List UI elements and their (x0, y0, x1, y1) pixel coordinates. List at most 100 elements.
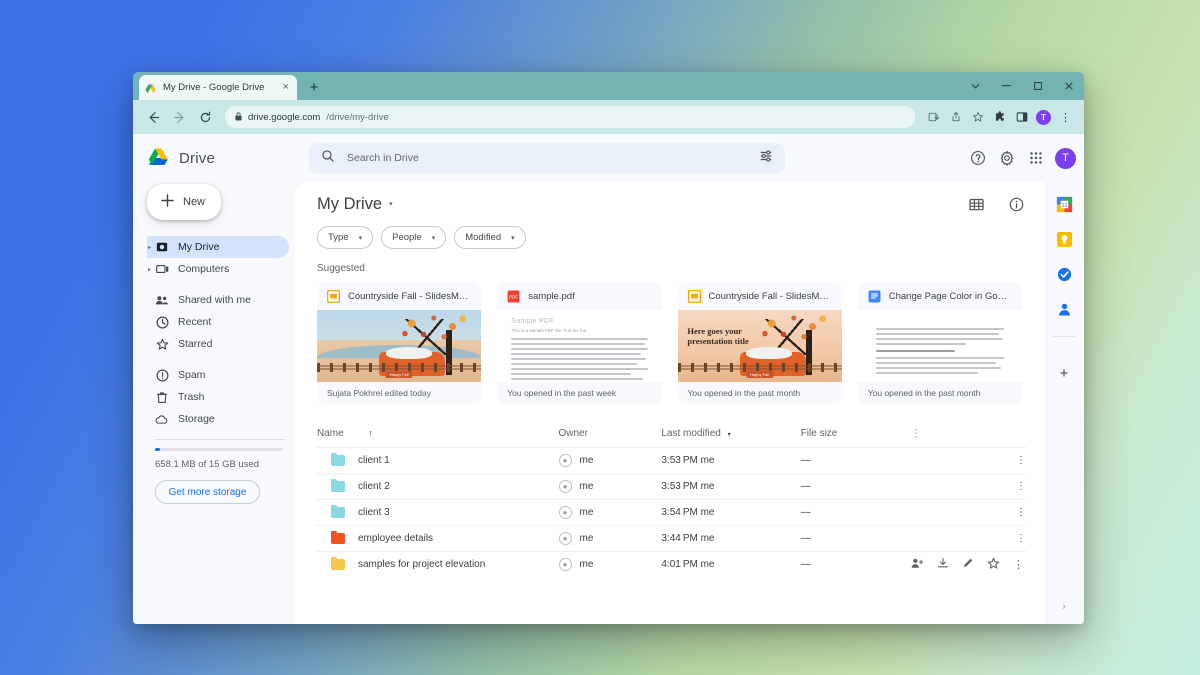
pen-icon[interactable] (962, 557, 974, 572)
contacts-icon[interactable] (1056, 301, 1073, 318)
browser-menu-icon[interactable]: ⋮ (1055, 107, 1076, 128)
tab-search-icon[interactable] (960, 72, 991, 100)
maximize-button[interactable] (1022, 72, 1053, 100)
star-icon[interactable] (987, 557, 1000, 573)
bookmark-star-icon[interactable] (967, 107, 988, 128)
sidebar-item-label: Starred (178, 338, 213, 350)
reload-icon[interactable] (193, 105, 217, 129)
slides-icon (326, 289, 341, 303)
list-options-icon[interactable]: ⋮ (911, 422, 1026, 448)
row-menu-icon[interactable]: ⋮ (911, 499, 1026, 526)
browser-tab[interactable]: My Drive - Google Drive × (139, 75, 297, 100)
address-bar[interactable]: drive.google.com/drive/my-drive (225, 106, 915, 128)
side-panel-icon[interactable] (1011, 107, 1032, 128)
file-list: Name ↑ Owner Last modified ▾ File size ⋮ (295, 422, 1044, 624)
file-name: employee details (358, 533, 434, 544)
keep-icon[interactable] (1056, 231, 1073, 248)
storage-section: 658.1 MB of 15 GB used Get more storage (147, 448, 295, 504)
tasks-icon[interactable] (1056, 266, 1073, 283)
close-button[interactable] (1053, 72, 1084, 100)
row-menu-icon[interactable]: ⋮ (911, 473, 1026, 500)
expand-rail-icon[interactable]: › (1062, 601, 1065, 612)
plus-icon (161, 194, 174, 210)
search-bar[interactable]: Search in Drive (309, 143, 785, 173)
tune-icon[interactable] (759, 149, 773, 168)
toolbar-icons: T ⋮ (923, 107, 1076, 128)
chevron-right-icon[interactable]: ▸ (148, 266, 151, 273)
sidebar-item-computers[interactable]: ▸ Computers (147, 258, 289, 280)
table-row[interactable]: client 1 ● me 3:53 PM me — ⋮ (317, 447, 1026, 474)
download-icon[interactable] (937, 557, 949, 572)
table-row[interactable]: employee details ● me 3:44 PM me — ⋮ (317, 525, 1026, 552)
suggested-card[interactable]: PDF sample.pdf Sample PDF This is a samp… (497, 282, 662, 404)
file-name: samples for project elevation (358, 559, 486, 571)
get-more-storage-button[interactable]: Get more storage (155, 480, 260, 504)
page-title[interactable]: My Drive ▾ (317, 195, 393, 214)
extensions-puzzle-icon[interactable] (989, 107, 1010, 128)
account-avatar[interactable]: T (1055, 147, 1076, 169)
chevron-down-icon[interactable]: ▾ (389, 200, 393, 208)
filter-chip-type[interactable]: Type ▾ (317, 226, 374, 249)
sidebar-item-trash[interactable]: Trash (147, 386, 289, 408)
forward-icon[interactable] (167, 105, 191, 129)
table-row[interactable]: samples for project elevation ● me 4:01 P… (317, 551, 1026, 578)
browser-profile-avatar[interactable]: T (1033, 107, 1054, 128)
sidebar-item-label: Trash (178, 391, 205, 403)
column-header-name[interactable]: Name ↑ (317, 422, 559, 448)
gear-icon[interactable] (997, 148, 1017, 168)
row-menu-icon[interactable]: ⋮ (911, 447, 1026, 474)
back-icon[interactable] (141, 105, 165, 129)
sidebar-item-recent[interactable]: Recent (147, 311, 289, 333)
install-icon[interactable] (923, 107, 944, 128)
file-modified: 3:54 PM me (661, 499, 801, 526)
sidebar-item-storage[interactable]: Storage (147, 408, 289, 430)
file-owner: me (579, 533, 594, 544)
row-menu-icon[interactable]: ⋮ (1013, 558, 1026, 571)
sidebar-item-shared-with-me[interactable]: Shared with me (147, 289, 289, 311)
folder-icon (331, 504, 345, 518)
computers-icon (155, 264, 169, 275)
suggested-card[interactable]: Countryside Fall - SlidesMa… Here goes y… (677, 282, 842, 404)
suggested-card[interactable]: Countryside Fall - SlidesMa… Happy Fall … (317, 282, 482, 404)
file-name: client 3 (358, 507, 390, 518)
folder-icon (331, 452, 345, 466)
column-header-last-modified[interactable]: Last modified ▾ (661, 422, 800, 448)
chip-label: Type (328, 232, 349, 243)
new-button[interactable]: New (147, 184, 221, 220)
share-icon[interactable] (945, 107, 966, 128)
column-header-file-size[interactable]: File size (801, 422, 911, 448)
search-input[interactable]: Search in Drive (347, 152, 747, 164)
tab-close-icon[interactable]: × (281, 82, 291, 93)
add-person-icon[interactable] (911, 557, 924, 572)
new-tab-button[interactable]: + (303, 76, 325, 98)
drive-brand[interactable]: Drive (147, 147, 309, 169)
grid-view-icon[interactable] (966, 194, 986, 214)
file-modified: 3:53 PM me (661, 447, 801, 474)
chevron-right-icon[interactable]: ▸ (148, 244, 151, 251)
row-menu-icon[interactable]: ⋮ (911, 525, 1026, 552)
minimize-button[interactable] (991, 72, 1022, 100)
sidebar-item-my-drive[interactable]: ▸ My Drive (147, 236, 289, 258)
table-row[interactable]: client 2 ● me 3:53 PM me — ⋮ (317, 473, 1026, 500)
column-header-owner[interactable]: Owner (559, 422, 662, 448)
slides-icon (687, 289, 701, 303)
card-footer: You opened in the past week (507, 388, 617, 398)
help-icon[interactable] (968, 148, 988, 168)
chevron-down-icon: ▾ (358, 234, 363, 242)
sidebar-item-spam[interactable]: Spam (147, 364, 289, 386)
file-name: client 1 (358, 455, 390, 466)
card-title: Change Page Color in Goo… (888, 290, 1012, 302)
table-row[interactable]: client 3 ● me 3:54 PM me — ⋮ (317, 499, 1026, 526)
calendar-icon[interactable]: 31 (1056, 196, 1073, 213)
card-thumbnail: Happy Fall (317, 310, 482, 382)
card-header: PDF sample.pdf (497, 282, 661, 310)
info-icon[interactable] (1006, 194, 1026, 214)
drive-header: Drive Search in Drive T (133, 134, 1084, 182)
filter-chip-modified[interactable]: Modified ▾ (454, 226, 526, 249)
filter-chip-people[interactable]: People ▾ (381, 226, 447, 249)
suggested-card[interactable]: Change Page Color in Goo… You opened in … (857, 282, 1022, 404)
add-app-icon[interactable]: + (1060, 365, 1069, 382)
card-footer: You opened in the past month (687, 388, 801, 398)
apps-grid-icon[interactable] (1026, 148, 1046, 168)
sidebar-item-starred[interactable]: Starred (147, 333, 289, 355)
